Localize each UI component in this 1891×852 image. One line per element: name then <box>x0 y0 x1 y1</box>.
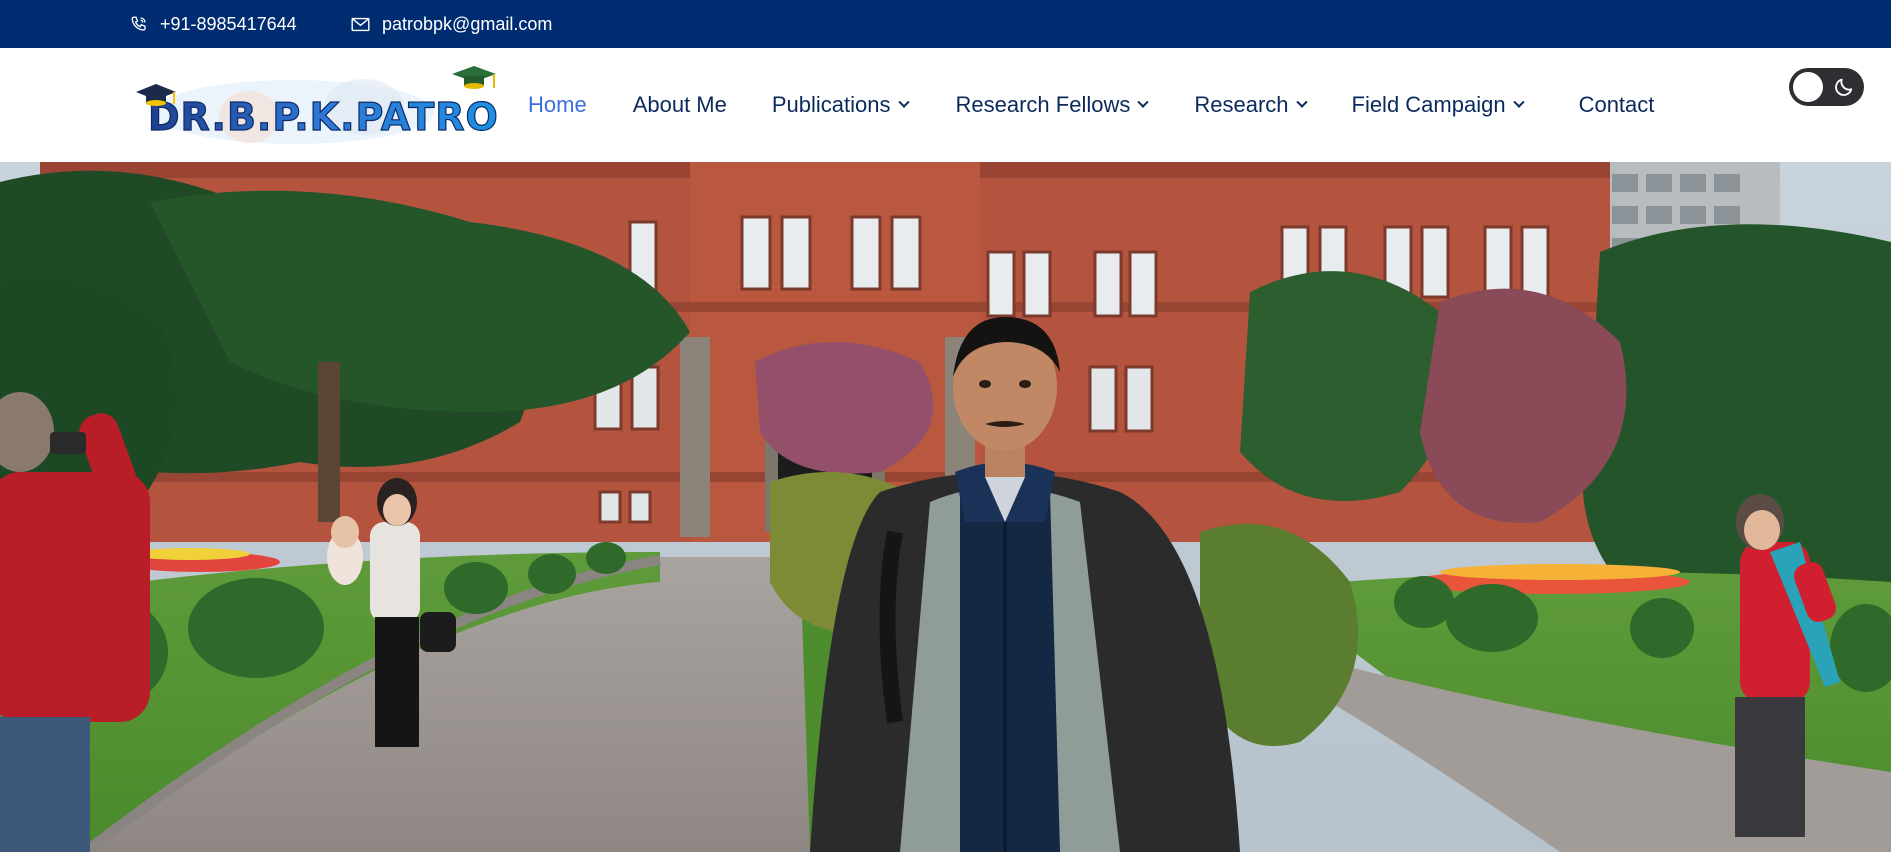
nav-home[interactable]: Home <box>528 92 587 118</box>
envelope-icon <box>351 17 370 32</box>
nav-contact[interactable]: Contact <box>1579 92 1655 118</box>
nav-contact-label: Contact <box>1578 92 1655 117</box>
nav-about-me[interactable]: About Me <box>633 92 727 118</box>
nav-research-fellows[interactable]: Research Fellows <box>955 92 1150 118</box>
nav-research[interactable]: Research <box>1194 92 1308 118</box>
email-address: patrobpk@gmail.com <box>382 13 553 34</box>
nav-field-campaign[interactable]: Field Campaign <box>1351 92 1525 118</box>
nav-publications[interactable]: Publications <box>771 92 910 118</box>
chevron-down-icon <box>897 96 910 108</box>
chevron-down-icon <box>1295 96 1308 108</box>
site-logo[interactable]: DR.B.P.K.PATRO <box>134 62 504 152</box>
chevron-down-icon <box>1137 96 1150 108</box>
phone-icon <box>130 15 148 33</box>
nav-research-fellows-label: Research Fellows <box>955 92 1131 117</box>
phone-number: +91-8985417644 <box>160 13 297 34</box>
nav-field-campaign-label: Field Campaign <box>1351 92 1506 117</box>
site-header: DR.B.P.K.PATRO Home About Me Publication… <box>0 48 1891 162</box>
email-contact[interactable]: patrobpk@gmail.com <box>351 0 552 48</box>
toggle-knob <box>1793 72 1823 102</box>
nav-home-label: Home <box>528 92 587 117</box>
nav-about-label: About Me <box>632 92 727 117</box>
nav-publications-label: Publications <box>771 92 891 117</box>
hero-photo <box>0 162 1891 852</box>
top-contact-bar: +91-8985417644 patrobpk@gmail.com <box>0 0 1891 48</box>
phone-contact[interactable]: +91-8985417644 <box>130 0 297 48</box>
moon-icon <box>1835 78 1853 96</box>
main-navigation: Home About Me Publications Research Fell… <box>528 48 1654 162</box>
nav-research-label: Research <box>1194 92 1289 117</box>
chevron-down-icon <box>1512 96 1525 108</box>
svg-text:DR.B.P.K.PATRO: DR.B.P.K.PATRO <box>148 95 499 139</box>
theme-toggle[interactable] <box>1789 68 1864 106</box>
